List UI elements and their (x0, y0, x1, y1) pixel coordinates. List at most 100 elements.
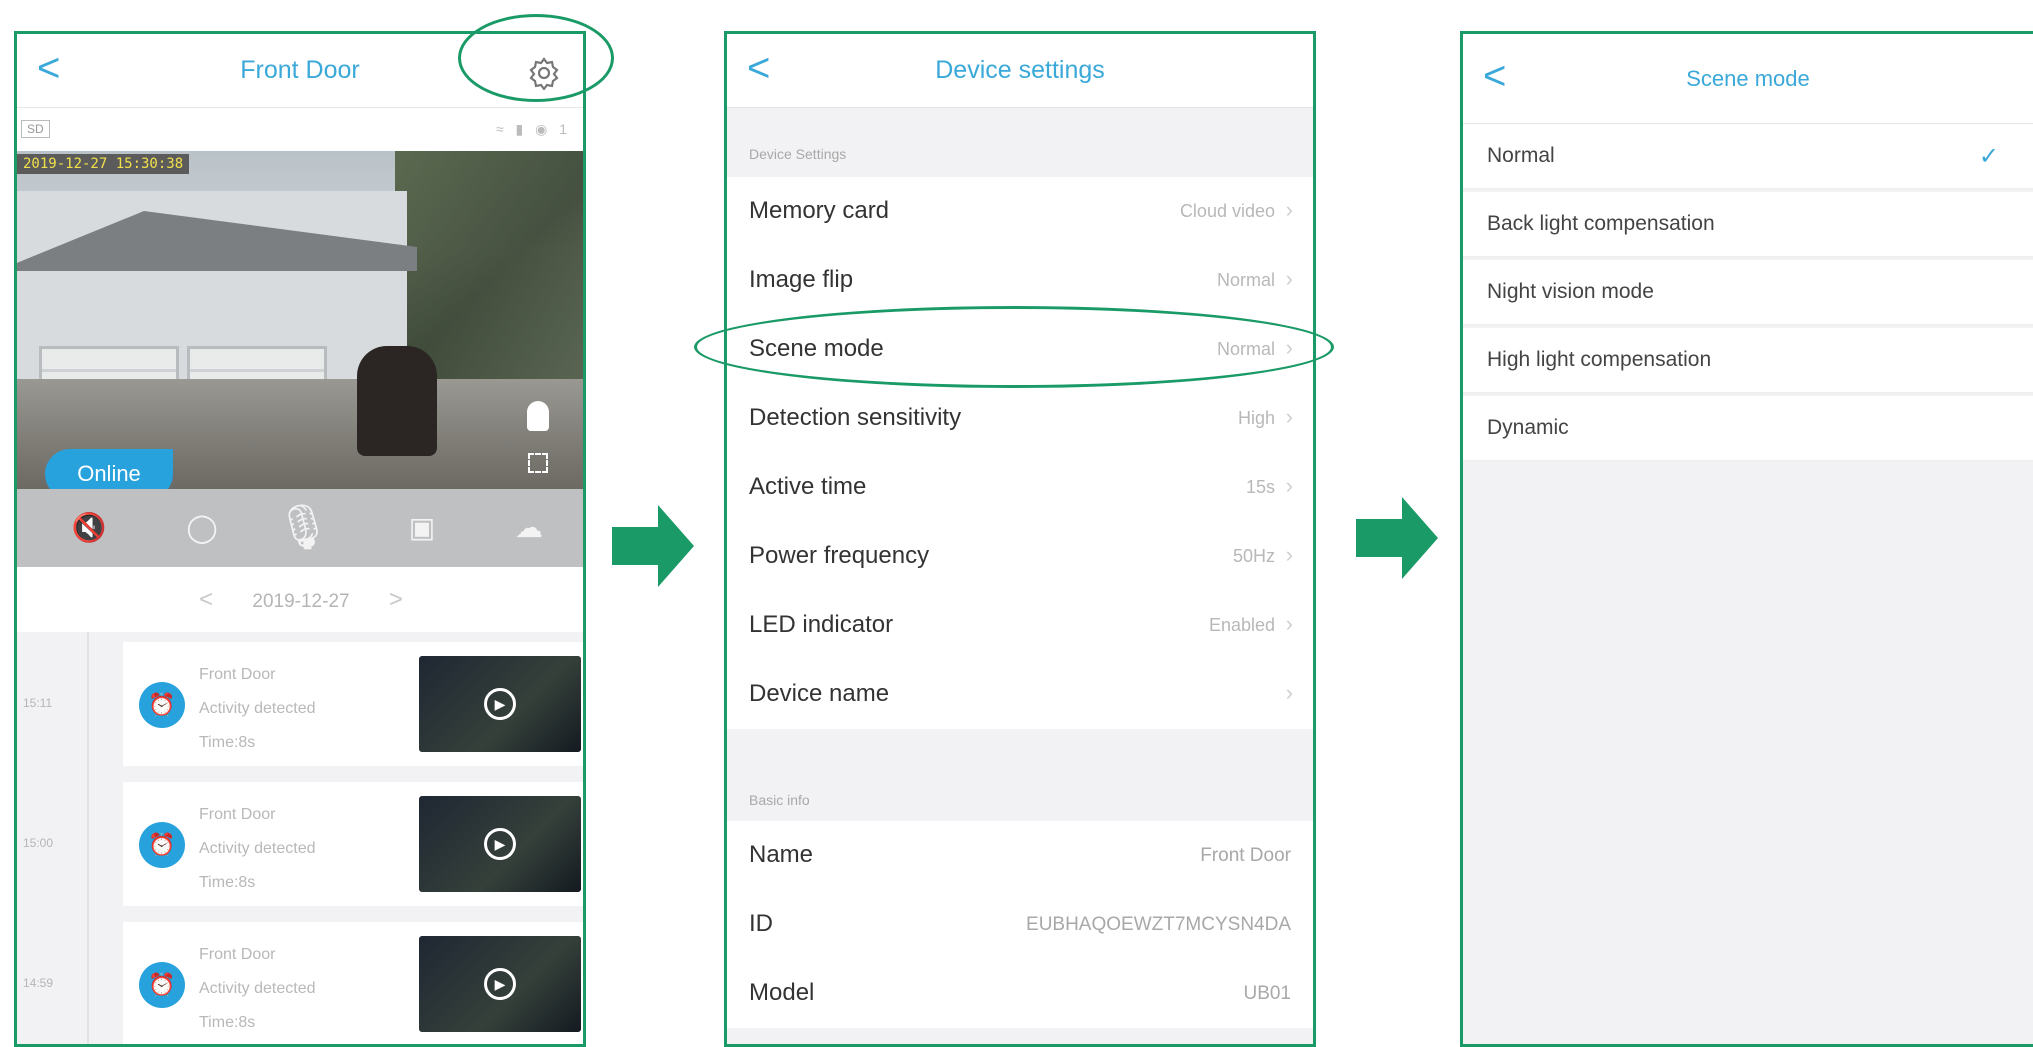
right-arrow-icon (612, 505, 694, 587)
setting-value: 50Hz (1232, 546, 1275, 566)
chevron-right-icon: › (1285, 473, 1293, 498)
setting-row-device-name[interactable]: Device name › (727, 660, 1313, 729)
info-value: Front Door (1200, 845, 1291, 866)
setting-value: 15s (1245, 477, 1275, 497)
right-arrow-icon (1356, 497, 1438, 579)
event-text: Front Door Activity detected Time:8s (199, 938, 316, 1040)
record-video-icon[interactable]: ▣ (392, 489, 452, 567)
device-settings-nav-bar: < Device settings (727, 34, 1313, 108)
camera-controls-bar: 🔇 ◯ 🎙 ▣ ☁ (17, 489, 583, 567)
people-figure (357, 346, 437, 456)
signal-battery-icons: ≈ ▮ ◉ 1 (495, 121, 571, 137)
date-selector: < 2019-12-27 > (17, 568, 583, 632)
setting-row-memory-card[interactable]: Memory card Cloud video › (727, 177, 1313, 246)
gear-highlight-ellipse (458, 14, 614, 102)
scene-option-high-light-compensation[interactable]: High light compensation (1463, 328, 2033, 394)
chevron-right-icon: › (1285, 197, 1293, 222)
page-title: Device settings (935, 56, 1105, 84)
play-icon[interactable]: ▶ (484, 828, 516, 860)
play-icon[interactable]: ▶ (484, 968, 516, 1000)
option-label: Night vision mode (1487, 280, 1654, 303)
event-card[interactable]: 14:59 ⏰ Front Door Activity detected Tim… (23, 922, 583, 1044)
event-video-thumbnail[interactable]: ▶ (419, 936, 581, 1032)
setting-label: Active time (749, 473, 867, 500)
event-device-name: Front Door (199, 806, 276, 823)
setting-label: LED indicator (749, 611, 894, 638)
setting-value: High (1237, 408, 1275, 428)
scene-mode-nav-bar: < Scene mode (1463, 34, 2033, 124)
online-badge: Online (45, 449, 173, 489)
event-text: Front Door Activity detected Time:8s (199, 658, 316, 760)
info-value: EUBHAQOEWZT7MCYSN4DA (1026, 914, 1291, 935)
info-value: UB01 (1243, 983, 1291, 1004)
microphone-icon[interactable]: 🎙 (273, 489, 333, 567)
scene-option-night-vision-mode[interactable]: Night vision mode (1463, 260, 2033, 326)
mute-speaker-icon[interactable]: 🔇 (59, 489, 119, 567)
light-bulb-icon[interactable] (527, 401, 549, 431)
event-activity: Activity detected (199, 840, 316, 857)
info-row-name: Name Front Door (727, 821, 1313, 890)
setting-value: Cloud video (1179, 201, 1275, 221)
chevron-right-icon: › (1285, 266, 1293, 291)
setting-row-power-frequency[interactable]: Power frequency 50Hz › (727, 522, 1313, 591)
previous-date-button[interactable]: < (199, 568, 213, 632)
current-date: 2019-12-27 (252, 591, 350, 612)
event-video-thumbnail[interactable]: ▶ (419, 656, 581, 752)
play-icon[interactable]: ▶ (484, 688, 516, 720)
alarm-clock-icon: ⏰ (139, 822, 185, 868)
event-video-thumbnail[interactable]: ▶ (419, 796, 581, 892)
next-date-button[interactable]: > (389, 568, 403, 632)
live-view-screen: < Front Door SD ≈ ▮ ◉ 1 2019-12-27 15:30… (14, 31, 586, 1047)
camera-live-feed[interactable]: 2019-12-27 15:30:38 Online (17, 151, 583, 489)
snapshot-camera-icon[interactable]: ◯ (172, 489, 232, 567)
setting-value: Enabled (1208, 615, 1275, 635)
info-label: ID (749, 910, 773, 937)
scene-option-back-light-compensation[interactable]: Back light compensation (1463, 192, 2033, 258)
sd-card-badge: SD (21, 120, 50, 138)
status-row: SD ≈ ▮ ◉ 1 (17, 116, 583, 146)
event-duration: Time:8s (199, 874, 256, 891)
option-label: Back light compensation (1487, 212, 1715, 235)
event-timeline: 15:11 ⏰ Front Door Activity detected Tim… (17, 632, 583, 1044)
setting-row-active-time[interactable]: Active time 15s › (727, 453, 1313, 522)
scene-option-normal[interactable]: Normal ✓ (1463, 124, 2033, 190)
alarm-clock-icon: ⏰ (139, 682, 185, 728)
scene-mode-highlight-ellipse (694, 306, 1334, 388)
roof-shape (17, 211, 417, 271)
checkmark-icon: ✓ (1978, 143, 1999, 170)
chevron-right-icon: › (1285, 680, 1293, 705)
event-time: 15:11 (23, 696, 53, 710)
setting-label: Image flip (749, 266, 854, 293)
event-text: Front Door Activity detected Time:8s (199, 798, 316, 900)
event-time: 14:59 (23, 976, 54, 990)
event-card[interactable]: 15:11 ⏰ Front Door Activity detected Tim… (23, 642, 583, 766)
setting-row-detection-sensitivity[interactable]: Detection sensitivity High › (727, 384, 1313, 453)
info-row-id: ID EUBHAQOEWZT7MCYSN4DA (727, 890, 1313, 959)
chevron-right-icon: › (1285, 542, 1293, 567)
event-time: 15:00 (23, 836, 54, 850)
setting-row-image-flip[interactable]: Image flip Normal › (727, 246, 1313, 315)
option-label: Dynamic (1487, 416, 1569, 439)
option-label: High light compensation (1487, 348, 1712, 371)
option-label: Normal (1487, 144, 1555, 167)
event-device-name: Front Door (199, 946, 276, 963)
timeline-line (87, 632, 89, 1044)
device-settings-screen: < Device settings Device Settings Memory… (724, 31, 1316, 1047)
setting-label: Detection sensitivity (749, 404, 962, 431)
fullscreen-icon[interactable] (528, 453, 548, 473)
alarm-clock-icon: ⏰ (139, 962, 185, 1008)
video-timestamp: 2019-12-27 15:30:38 (17, 154, 190, 174)
cloud-icon[interactable]: ☁ (499, 489, 559, 567)
event-activity: Activity detected (199, 700, 316, 717)
page-title: Scene mode (1686, 66, 1810, 91)
scene-option-dynamic[interactable]: Dynamic (1463, 396, 2033, 462)
chevron-right-icon: › (1285, 404, 1293, 429)
scene-mode-screen: < Scene mode Normal ✓ Back light compens… (1460, 31, 2033, 1047)
event-duration: Time:8s (199, 1014, 256, 1031)
info-row-model: Model UB01 (727, 959, 1313, 1028)
setting-row-led-indicator[interactable]: LED indicator Enabled › (727, 591, 1313, 660)
event-card[interactable]: 15:00 ⏰ Front Door Activity detected Tim… (23, 782, 583, 906)
chevron-right-icon: › (1285, 611, 1293, 636)
setting-value: Normal (1216, 270, 1275, 290)
info-label: Model (749, 979, 815, 1006)
